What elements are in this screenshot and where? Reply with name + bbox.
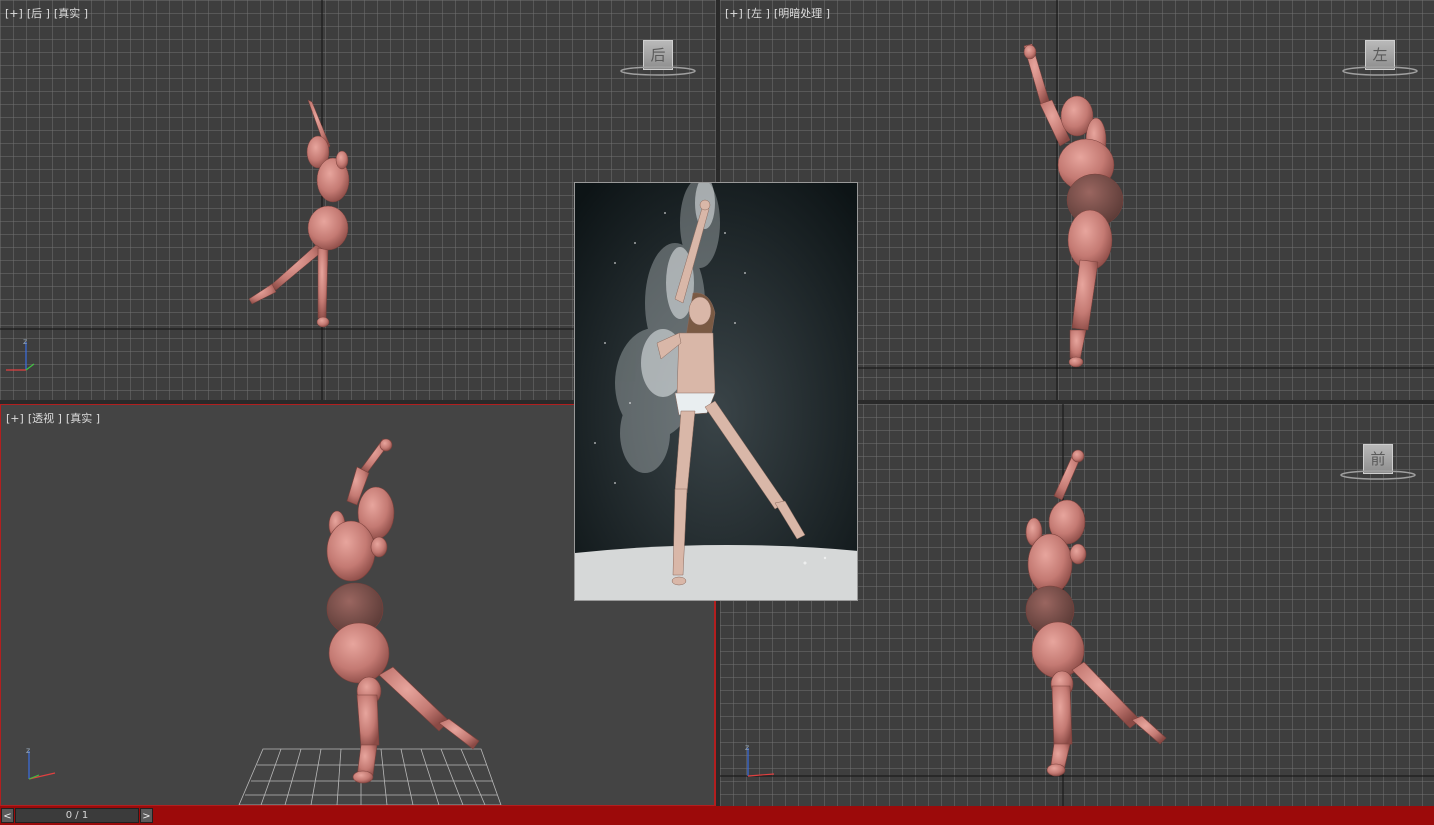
axis-z-label: z xyxy=(26,746,30,755)
viewport-shading-menu[interactable]: [真实 ] xyxy=(54,7,88,20)
viewcube-ring xyxy=(1340,470,1416,480)
axis-tripod-icon: z xyxy=(26,746,56,780)
timeline-bar[interactable]: < 0 / 1 > xyxy=(0,806,1434,825)
reference-photo-image xyxy=(575,183,857,600)
viewport-shading-menu[interactable]: [真实 ] xyxy=(66,412,100,425)
viewport-point-of-view-menu[interactable]: [后 ] xyxy=(27,7,50,20)
viewport-menu-plus[interactable]: [+] xyxy=(5,7,23,20)
viewcube-ring xyxy=(1342,66,1418,76)
back-viewport-label: [+] [后 ] [真实 ] xyxy=(5,5,92,21)
viewport-shading-menu[interactable]: [明暗处理 ] xyxy=(774,7,830,20)
viewport-menu-plus[interactable]: [+] xyxy=(725,7,743,20)
viewport-menu-plus[interactable]: [+] xyxy=(6,412,24,425)
viewcube-front[interactable]: 前 xyxy=(1340,444,1416,482)
reference-photo-dancer[interactable] xyxy=(574,182,858,601)
viewcube-ring xyxy=(620,66,696,76)
axis-tripod-icon: z xyxy=(6,337,35,371)
time-slider[interactable]: 0 / 1 xyxy=(15,808,139,823)
frame-readout: 0 / 1 xyxy=(65,810,89,821)
axis-z-label: z xyxy=(23,337,27,346)
left-viewport-label: [+] [左 ] [明暗处理 ] xyxy=(725,5,834,21)
viewport-point-of-view-menu[interactable]: [透视 ] xyxy=(28,412,62,425)
viewport-point-of-view-menu[interactable]: [左 ] xyxy=(747,7,770,20)
perspective-viewport-label: [+] [透视 ] [真实 ] xyxy=(6,410,104,426)
timeline-next-button[interactable]: > xyxy=(140,808,153,823)
axis-z-label: z xyxy=(745,743,749,752)
viewcube-back[interactable]: 后 xyxy=(620,40,696,78)
timeline-prev-button[interactable]: < xyxy=(1,808,14,823)
viewcube-left[interactable]: 左 xyxy=(1342,40,1418,78)
axis-tripod-icon: z xyxy=(745,743,775,777)
